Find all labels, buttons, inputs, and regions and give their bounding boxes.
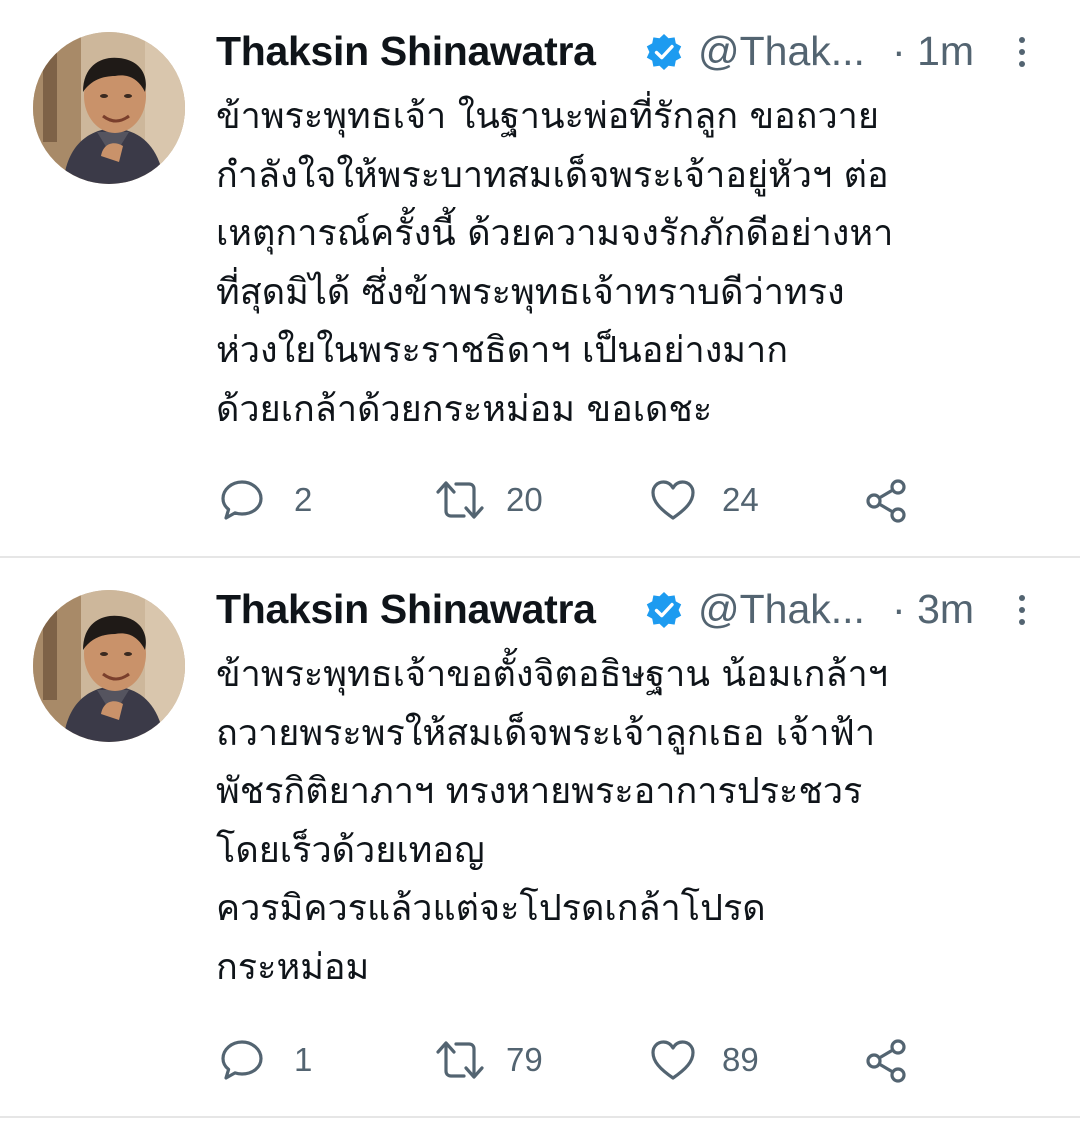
tweet-text-line: ถวายพระพรให้สมเด็จพระเจ้าลูกเธอ เจ้าฟ้า [216,712,876,754]
more-vertical-icon[interactable] [1012,32,1032,72]
tweet-text-line: โดยเร็วด้วยเทอญ [216,829,485,871]
tweet-text-line: กระหม่อม [216,946,370,988]
tweet-text-line: กำลังใจให้พระบาทสมเด็จพระเจ้าอยู่หัวฯ ต่… [216,154,889,196]
reply-bubble-icon [221,480,263,520]
avatar-photo [33,32,185,184]
tweet-header: Thaksin Shinawatra @Thak... · 3m [216,584,1056,636]
tweet-header: Thaksin Shinawatra @Thak... · 1m [216,26,1056,78]
time-label: 1m [917,28,975,74]
tweet-text-line: ควรมิควรแล้วแต่จะโปรดเกล้าโปรด [216,888,766,929]
author-handle[interactable]: @Thak... [698,586,865,633]
tweet-text-line: ข้าพระพุทธเจ้า ในฐานะพ่อที่รักลูก ขอถวาย [216,96,879,137]
share-nodes-icon [866,1039,906,1083]
verified-badge-icon [646,34,682,70]
retweet-arrows-icon [436,481,484,519]
reply-bubble-icon [221,1040,263,1080]
retweet-arrows-icon [436,1041,484,1079]
reply-count: 1 [294,1041,313,1078]
tweet-text-line: พัชรกิติยาภาฯ ทรงหายพระอาการประชวร [216,771,863,812]
like-count: 24 [722,481,759,518]
tweet-timestamp[interactable]: · 3m [892,586,974,633]
tweet[interactable]: Thaksin Shinawatra @Thak... · 1m ข้าพระพ… [0,0,1080,556]
tweet-actions: 2 20 24 [216,474,936,524]
retweet-count: 20 [506,481,543,518]
avatar[interactable] [33,590,185,742]
tweet[interactable]: Thaksin Shinawatra @Thak... · 3m ข้าพระพ… [0,558,1080,1118]
like-count: 89 [722,1041,759,1078]
tweet-actions: 1 79 89 [216,1034,936,1084]
author-name[interactable]: Thaksin Shinawatra [216,28,596,75]
tweet-text-line: ห่วงใยในพระราชธิดาฯ เป็นอย่างมาก [216,330,789,371]
tweet-timestamp[interactable]: · 1m [892,28,974,75]
share-nodes-icon [866,479,906,523]
verified-badge-icon [646,592,682,628]
heart-outline-icon [651,480,695,520]
tweet-text: ข้าพระพุทธเจ้าขอตั้งจิตอธิษฐาน น้อมเกล้า… [216,646,1056,997]
reply-count: 2 [294,481,313,518]
tweet-divider [0,1116,1080,1118]
tweet-text-line: เหตุการณ์ครั้งนี้ ด้วยความจงรักภักดีอย่า… [216,213,894,254]
tweet-text-line: ที่สุดมิได้ ซึ่งข้าพระพุทธเจ้าทราบดีว่าท… [216,271,845,313]
avatar-photo [33,590,185,742]
separator-dot: · [892,28,906,74]
heart-outline-icon [651,1040,695,1080]
tweet-text-line: ข้าพระพุทธเจ้าขอตั้งจิตอธิษฐาน น้อมเกล้า… [216,654,888,695]
tweet-text-line: ด้วยเกล้าด้วยกระหม่อม ขอเดชะ [216,388,713,430]
retweet-count: 79 [506,1041,543,1078]
avatar[interactable] [33,32,185,184]
more-vertical-icon[interactable] [1012,590,1032,630]
author-handle[interactable]: @Thak... [698,28,865,75]
time-label: 3m [917,586,975,632]
author-name[interactable]: Thaksin Shinawatra [216,586,596,633]
separator-dot: · [892,586,906,632]
tweet-text: ข้าพระพุทธเจ้า ในฐานะพ่อที่รักลูก ขอถวาย… [216,88,1056,439]
